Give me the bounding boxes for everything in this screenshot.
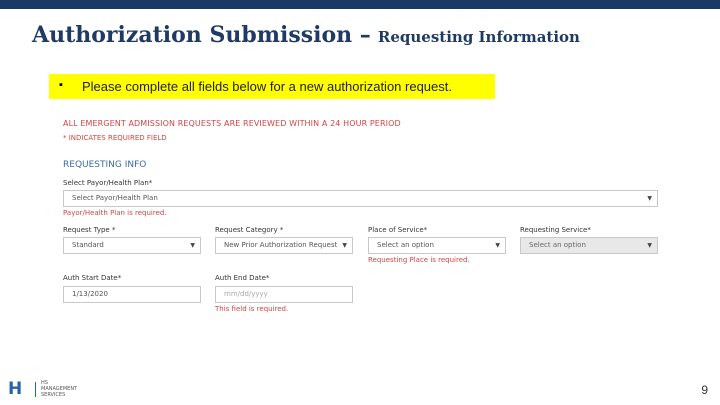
bullet-icon: ▪ <box>59 79 63 91</box>
required-field-note: * INDICATES REQUIRED FIELD <box>63 134 167 142</box>
payor-select[interactable]: Select Payor/Health Plan ▼ <box>63 190 658 207</box>
auth-start-date-input[interactable]: 1/13/2020 <box>63 286 201 303</box>
place-of-service-error: Requesting Place is required. <box>368 256 470 264</box>
top-bar <box>0 0 720 9</box>
place-of-service-select[interactable]: Select an option ▼ <box>368 237 506 254</box>
auth-start-date-value: 1/13/2020 <box>72 290 108 298</box>
instruction-text: Please complete all fields below for a n… <box>82 79 452 94</box>
slide-title-main: Authorization Submission – <box>32 22 371 48</box>
logo-mark: H <box>8 379 23 399</box>
request-type-value: Standard <box>72 241 104 249</box>
auth-start-label: Auth Start Date* <box>63 274 122 282</box>
requesting-service-select[interactable]: Select an option ▼ <box>520 237 658 254</box>
page-number: 9 <box>701 383 708 397</box>
request-type-label: Request Type * <box>63 226 116 234</box>
request-type-select[interactable]: Standard ▼ <box>63 237 201 254</box>
request-category-value: New Prior Authorization Request <box>224 241 338 249</box>
place-of-service-label: Place of Service* <box>368 226 428 234</box>
request-category-label: Request Category * <box>215 226 284 234</box>
chevron-down-icon: ▼ <box>342 242 347 249</box>
slide-title-sub: Requesting Information <box>377 28 580 46</box>
auth-end-date-placeholder: mm/dd/yyyy <box>224 290 268 298</box>
slide-title: Authorization Submission – Requesting In… <box>32 22 580 48</box>
payor-label: Select Payor/Health Plan* <box>63 179 153 187</box>
chevron-down-icon: ▼ <box>190 242 195 249</box>
logo-line-3: SERVICES <box>41 392 66 398</box>
section-title-requesting-info: REQUESTING INFO <box>63 160 147 170</box>
requesting-service-value: Select an option <box>529 241 586 249</box>
payor-select-value: Select Payor/Health Plan <box>72 194 158 202</box>
emergent-notice: ALL EMERGENT ADMISSION REQUESTS ARE REVI… <box>63 119 401 128</box>
auth-end-error: This field is required. <box>215 305 289 313</box>
chevron-down-icon: ▼ <box>647 195 652 202</box>
chevron-down-icon: ▼ <box>495 242 500 249</box>
auth-end-label: Auth End Date* <box>215 274 270 282</box>
logo-divider <box>35 382 36 397</box>
place-of-service-value: Select an option <box>377 241 434 249</box>
payor-error: Payor/Health Plan is required. <box>63 209 167 217</box>
chevron-down-icon: ▼ <box>647 242 652 249</box>
instruction-highlight: ▪ Please complete all fields below for a… <box>49 74 495 99</box>
request-category-select[interactable]: New Prior Authorization Request ▼ <box>215 237 353 254</box>
requesting-service-label: Requesting Service* <box>520 226 591 234</box>
auth-end-date-input[interactable]: mm/dd/yyyy <box>215 286 353 303</box>
